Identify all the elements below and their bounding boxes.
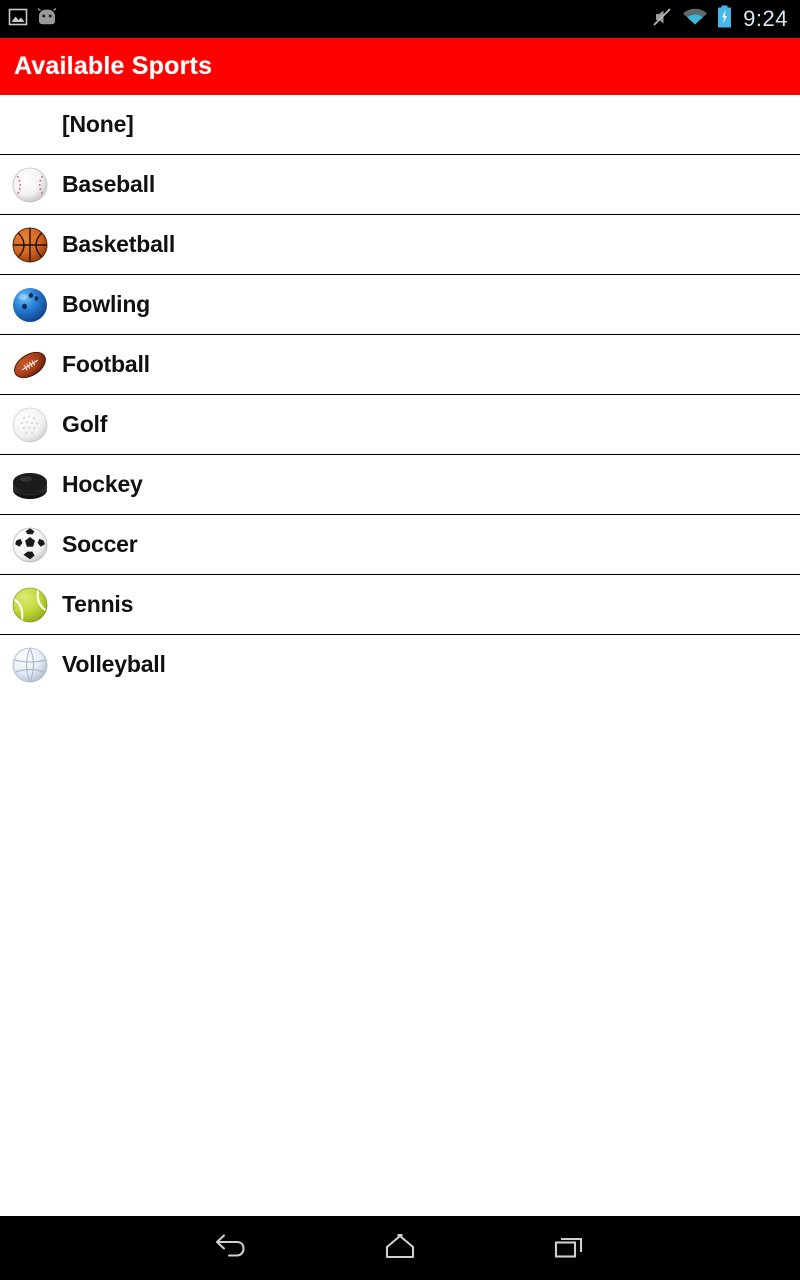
- list-item-tennis[interactable]: Tennis: [0, 575, 800, 635]
- list-item-label: [None]: [62, 111, 134, 137]
- list-item-golf[interactable]: Golf: [0, 395, 800, 455]
- android-head-icon: [36, 7, 58, 31]
- sports-list: [None] Baseball Basketball Bowling Footb…: [0, 95, 800, 695]
- no-icon-placeholder: [6, 103, 54, 147]
- golf-ball-icon: [6, 403, 54, 447]
- list-item-label: Tennis: [62, 591, 134, 617]
- list-item-volleyball[interactable]: Volleyball: [0, 635, 800, 695]
- app-screen: 9:24 Available Sports [None] Baseball Ba…: [0, 0, 800, 1280]
- tennis-ball-icon: [6, 583, 54, 627]
- baseball-icon: [6, 163, 54, 207]
- list-empty-area: [0, 691, 800, 1216]
- bowling-ball-icon: [6, 283, 54, 327]
- list-item-soccer[interactable]: Soccer: [0, 515, 800, 575]
- status-bar-right-icons: 9:24: [651, 5, 788, 33]
- status-bar-left-icons: [8, 7, 58, 32]
- list-item-label: Baseball: [62, 171, 156, 197]
- home-button[interactable]: [345, 1216, 455, 1280]
- basketball-icon: [6, 223, 54, 267]
- list-item-label: Bowling: [62, 291, 151, 317]
- list-item-bowling[interactable]: Bowling: [0, 275, 800, 335]
- list-item-label: Soccer: [62, 531, 138, 557]
- hockey-puck-icon: [6, 463, 54, 507]
- status-bar-clock: 9:24: [743, 6, 788, 31]
- list-item-label: Hockey: [62, 471, 143, 497]
- list-item-hockey[interactable]: Hockey: [0, 455, 800, 515]
- wifi-icon: [682, 7, 708, 32]
- silent-mode-icon: [651, 6, 673, 33]
- recents-button[interactable]: [515, 1216, 625, 1280]
- soccer-ball-icon: [6, 523, 54, 567]
- list-item-label: Football: [62, 351, 150, 377]
- list-item-baseball[interactable]: Baseball: [0, 155, 800, 215]
- action-bar: Available Sports: [0, 38, 800, 95]
- navigation-bar: [0, 1216, 800, 1280]
- back-button[interactable]: [175, 1216, 285, 1280]
- status-bar: 9:24: [0, 0, 800, 38]
- football-icon: [6, 343, 54, 387]
- list-item-label: Volleyball: [62, 651, 166, 677]
- list-item-none[interactable]: [None]: [0, 95, 800, 155]
- battery-charging-icon: [717, 5, 732, 33]
- list-item-label: Golf: [62, 411, 108, 437]
- volleyball-icon: [6, 643, 54, 687]
- screenshot-icon: [8, 7, 28, 32]
- list-item-basketball[interactable]: Basketball: [0, 215, 800, 275]
- list-item-football[interactable]: Football: [0, 335, 800, 395]
- page-title: Available Sports: [14, 52, 213, 80]
- list-item-label: Basketball: [62, 231, 176, 257]
